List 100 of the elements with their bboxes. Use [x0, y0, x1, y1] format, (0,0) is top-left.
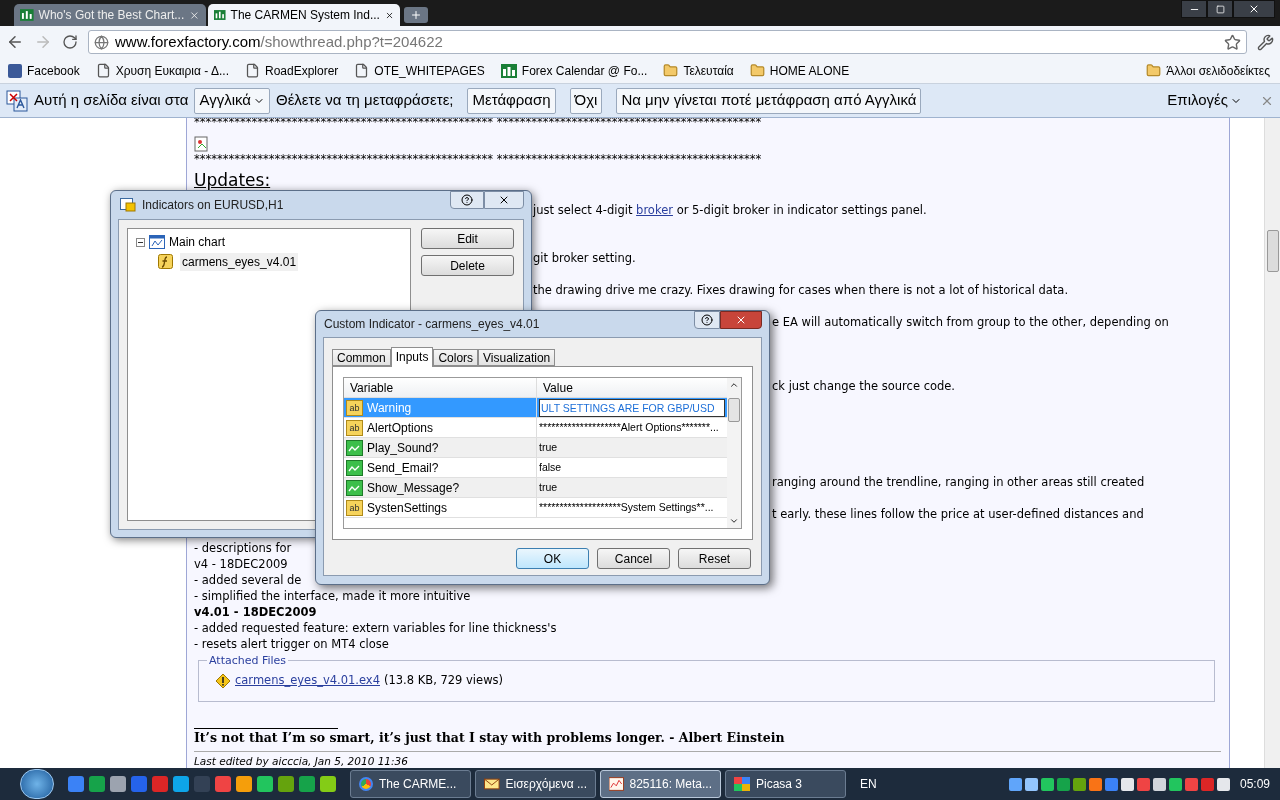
maximize-button[interactable]	[1207, 0, 1233, 18]
scrollbar-thumb[interactable]	[1266, 230, 1279, 272]
translate-button[interactable]: Όχι	[569, 87, 603, 114]
reload-icon[interactable]	[62, 34, 78, 50]
dialog-tab[interactable]: Colors	[433, 349, 479, 366]
tray-icon[interactable]	[1008, 777, 1022, 791]
chart-icon	[214, 9, 226, 21]
table-row[interactable]: Send_Email? false	[344, 458, 727, 478]
language-indicator[interactable]: EN	[860, 775, 877, 793]
address-field[interactable]: www.forexfactory.com/showthread.php?t=204622	[88, 30, 1247, 54]
close-button[interactable]	[1233, 0, 1275, 18]
table-row[interactable]: ab SystenSettings ********************System Settings**...	[344, 498, 727, 518]
other-bookmarks[interactable]: Άλλοι σελιδοδείκτες	[1146, 61, 1270, 80]
dialog-button[interactable]: OK	[516, 548, 589, 569]
tray-icon[interactable]	[1152, 777, 1166, 791]
site-icon	[8, 63, 22, 78]
task-button[interactable]: Picasa 3	[725, 770, 846, 798]
column-header[interactable]: Value	[537, 378, 727, 397]
post-text: - added several de	[194, 572, 302, 588]
post-text: v4 - 18DEC2009	[194, 556, 288, 572]
dialog-tab[interactable]: Common	[332, 349, 391, 366]
help-button[interactable]	[694, 311, 720, 329]
post-text: ranging around the trendline, ranging in other areas still created	[772, 474, 1146, 490]
variable-name: Play_Sound?	[367, 439, 439, 457]
tray-icon[interactable]	[1072, 777, 1086, 791]
section-heading: Updates:	[194, 170, 272, 190]
browser-tab[interactable]: The CARMEN System Ind...	[208, 4, 400, 26]
dialog-button[interactable]: Reset	[678, 548, 751, 569]
task-button[interactable]: 825116: Meta...	[600, 770, 721, 798]
attachment-link[interactable]: carmens_eyes_v4.01.ex4	[235, 672, 380, 690]
dialog-title: Custom Indicator - carmens_eyes_v4.01	[324, 316, 540, 333]
bookmark[interactable]: Forex Calendar @ Fo...	[500, 61, 648, 80]
broker-link[interactable]: broker	[636, 203, 673, 217]
table-row[interactable]: Play_Sound? true	[344, 438, 727, 458]
new-tab-button[interactable]	[404, 7, 428, 23]
bookmark[interactable]: Τελευταία	[663, 61, 734, 80]
dialog-title: Indicators on EURUSD,H1	[142, 197, 284, 214]
tray-icon[interactable]	[1120, 777, 1134, 791]
chart-icon	[346, 459, 363, 476]
translate-button[interactable]: Μετάφραση	[467, 87, 556, 114]
options-menu[interactable]: Επιλογές	[1167, 89, 1242, 112]
dialog-button[interactable]: Cancel	[597, 548, 670, 569]
post-text: - descriptions for	[194, 540, 292, 556]
language-dropdown[interactable]: Αγγλικά	[194, 87, 270, 114]
last-edited-note: Last edited by aicccia, Jan 5, 2010 11:36	[194, 754, 409, 768]
variable-name: Send_Email?	[367, 459, 439, 477]
chart-window-icon	[149, 235, 165, 249]
back-icon[interactable]	[6, 33, 24, 51]
tray-icon[interactable]	[1024, 777, 1038, 791]
star-icon[interactable]	[1224, 33, 1241, 51]
variable-name: AlertOptions	[367, 419, 434, 437]
asterisk-line: **************************************************** **********************************************	[194, 118, 763, 130]
tray-icon[interactable]	[1088, 777, 1102, 791]
bookmark[interactable]: OTE_WHITEPAGES	[354, 61, 485, 80]
string-type-icon: ab	[346, 499, 363, 516]
column-header[interactable]: Variable	[344, 378, 537, 397]
plus-icon	[410, 9, 422, 21]
photos-icon	[734, 777, 750, 791]
bookmark[interactable]: HOME ALONE	[749, 61, 850, 80]
clock[interactable]: 05:09	[1239, 775, 1270, 793]
globe-icon	[94, 34, 109, 50]
dialog-button[interactable]: Edit	[421, 228, 514, 249]
table-row[interactable]: Show_Message? true	[344, 478, 727, 498]
value-input[interactable]: ULT SETTINGS ARE FOR GBP/USD	[539, 398, 725, 417]
chart-icon	[20, 9, 34, 21]
wrench-icon[interactable]	[1257, 33, 1274, 51]
tray-icon[interactable]	[1168, 777, 1182, 791]
tray-icon[interactable]	[1216, 777, 1230, 791]
dialog-tab[interactable]: Inputs	[390, 347, 434, 367]
scrollbar-thumb[interactable]	[728, 398, 740, 422]
table-row[interactable]: ab Warning ULT SETTINGS ARE FOR GBP/USD	[344, 398, 727, 418]
tree-item[interactable]: carmens_eyes_v4.01	[180, 253, 299, 271]
bookmark[interactable]: Χρυση Ευκαιρια - Δ...	[95, 61, 229, 80]
variable-value: true	[539, 439, 558, 455]
help-icon	[701, 314, 713, 326]
table-row[interactable]: ab AlertOptions ********************Alert Options*******...	[344, 418, 727, 438]
browser-tab[interactable]: Who's Got the Best Chart...	[14, 4, 206, 26]
translate-button[interactable]: Να μην γίνεται ποτέ μετάφραση από Αγγλικά	[616, 87, 922, 114]
bookmark[interactable]: Facebook	[8, 61, 80, 80]
post-text: - resets alert trigger on MT4 close	[194, 636, 389, 652]
tree-item[interactable]: Main chart	[169, 233, 226, 251]
collapse-icon[interactable]	[136, 237, 145, 247]
dialog-button[interactable]: Delete	[421, 255, 514, 276]
start-button[interactable]	[20, 769, 54, 799]
table-scrollbar[interactable]	[727, 378, 741, 528]
chart-icon	[346, 479, 363, 496]
attachment-info: (13.8 KB, 729 views)	[383, 672, 504, 690]
post-text: just select 4-digit broker or 5-digit broker in indicator settings panel.	[533, 202, 928, 218]
tray-icon[interactable]	[1040, 777, 1054, 791]
scroll-up-icon[interactable]	[729, 380, 739, 390]
chart-icon	[500, 63, 517, 78]
chart-icon	[609, 777, 624, 791]
task-button[interactable]: Εισερχόμενα ...	[475, 770, 596, 798]
help-button[interactable]	[450, 191, 484, 209]
bookmark[interactable]: RoadExplorer	[245, 61, 339, 80]
scroll-down-icon[interactable]	[729, 516, 739, 526]
dialog-tab[interactable]: Visualization	[478, 349, 556, 366]
post-text: t early. these lines follow the price at user-defined distances and	[772, 506, 1145, 522]
task-button[interactable]: The CARME...	[350, 770, 471, 798]
folder-icon	[1146, 63, 1162, 78]
